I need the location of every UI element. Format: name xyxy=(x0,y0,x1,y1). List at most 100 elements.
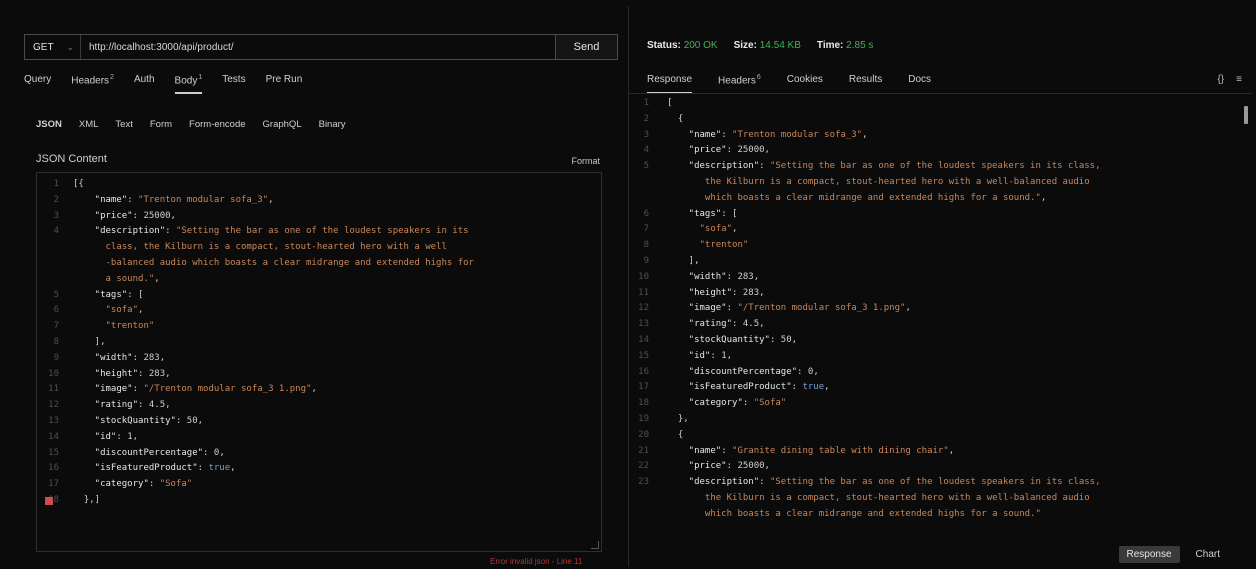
code-line: 6 "tags": [ xyxy=(629,207,1239,223)
code-line: a sound.", xyxy=(37,272,601,288)
request-tab-auth[interactable]: Auth xyxy=(134,74,169,92)
code-token: , xyxy=(165,400,171,411)
braces-icon[interactable]: {} xyxy=(1217,74,1224,85)
response-viewer[interactable]: 1[2 {3 "name": "Trenton modular sofa_3",… xyxy=(629,96,1239,567)
chevron-down-icon: ⌄ xyxy=(66,41,74,52)
code-token: : xyxy=(132,384,144,395)
body-type-text[interactable]: Text xyxy=(115,119,132,130)
response-scrollbar[interactable] xyxy=(1244,106,1248,124)
body-type-binary[interactable]: Binary xyxy=(319,119,346,130)
body-type-graphql[interactable]: GraphQL xyxy=(263,119,302,130)
line-number: 5 xyxy=(53,289,59,300)
code-line: 4 "description": "Setting the bar as one… xyxy=(37,224,601,240)
body-type-json[interactable]: JSON xyxy=(36,119,62,130)
code-token: , xyxy=(138,305,144,316)
resize-handle-icon[interactable] xyxy=(591,541,599,549)
json-content-label: JSON Content xyxy=(36,153,107,165)
code-token: ], xyxy=(73,336,106,347)
line-number: 10 xyxy=(638,271,649,282)
code-token: : [ xyxy=(127,289,144,300)
line-number: 17 xyxy=(48,479,59,490)
line-number: 19 xyxy=(638,413,649,424)
line-number: 8 xyxy=(53,336,59,347)
code-token: : xyxy=(726,145,738,156)
status-info: Status: 200 OK xyxy=(647,40,718,51)
code-line: 22 "price": 25000, xyxy=(629,459,1239,475)
send-button[interactable]: Send xyxy=(555,35,617,59)
json-editor[interactable]: 1[{2 "name": "Trenton modular sofa_3", 3 … xyxy=(36,172,602,552)
code-token: "price" xyxy=(73,210,133,221)
request-tab-headers[interactable]: Headers2 xyxy=(71,74,128,92)
code-line: 17 "category": "Sofa" xyxy=(37,477,601,493)
request-body-code: 1[{2 "name": "Trenton modular sofa_3", 3 … xyxy=(37,177,601,509)
response-tab-docs[interactable]: Docs xyxy=(908,74,945,92)
line-number: 13 xyxy=(48,415,59,426)
line-number: 8 xyxy=(643,240,649,251)
line-number: 20 xyxy=(638,429,649,440)
line-number: 2 xyxy=(53,194,59,205)
format-button[interactable]: Format xyxy=(571,156,600,166)
code-token: the Kilburn is a compact, stout-hearted … xyxy=(667,176,1090,187)
code-token: "name" xyxy=(73,194,128,205)
code-token: "trenton" xyxy=(667,240,749,251)
response-tab-results[interactable]: Results xyxy=(849,74,896,92)
code-token: : xyxy=(742,398,754,409)
code-token: 25000 xyxy=(143,210,171,221)
code-token: "id" xyxy=(667,350,711,361)
code-token: : xyxy=(726,461,738,472)
code-token: : xyxy=(132,210,144,221)
code-line: 14 "id": 1, xyxy=(37,430,601,446)
code-token: "Trenton modular sofa_3" xyxy=(732,129,863,140)
line-number: 13 xyxy=(638,319,649,330)
line-number: 4 xyxy=(643,145,649,156)
method-select[interactable]: GET ⌄ xyxy=(25,35,81,59)
code-token: , xyxy=(905,303,911,314)
code-token: "category" xyxy=(667,398,743,409)
code-token: , xyxy=(165,368,171,379)
body-type-form[interactable]: Form xyxy=(150,119,172,130)
request-tab-tests[interactable]: Tests xyxy=(222,74,259,92)
url-input[interactable] xyxy=(81,35,555,59)
line-number: 1 xyxy=(643,98,649,108)
request-tab-pre-run[interactable]: Pre Run xyxy=(266,74,317,92)
response-status: Status: 200 OK Size: 14.54 KB Time: 2.85… xyxy=(647,40,873,51)
line-number: 22 xyxy=(638,461,649,472)
code-token: "tags" xyxy=(667,208,722,219)
line-number: 15 xyxy=(48,447,59,458)
response-view-button[interactable]: Response xyxy=(1118,546,1180,563)
response-tab-response[interactable]: Response xyxy=(647,74,706,95)
url-bar: GET ⌄ Send xyxy=(24,34,618,60)
code-line: the Kilburn is a compact, stout-hearted … xyxy=(629,491,1239,507)
line-number: 9 xyxy=(643,255,649,266)
request-tab-body[interactable]: Body1 xyxy=(174,74,217,95)
chart-view-button[interactable]: Chart xyxy=(1196,549,1220,560)
code-line: 12 "rating": 4.5, xyxy=(37,398,601,414)
code-token: , xyxy=(791,334,798,345)
code-token: : xyxy=(710,350,722,361)
tab-divider xyxy=(629,93,1252,94)
code-token: the Kilburn is a compact, stout-hearted … xyxy=(667,492,1090,503)
line-number: 5 xyxy=(643,161,649,172)
code-line: 15 "id": 1, xyxy=(629,349,1239,365)
code-line: 8 "trenton" xyxy=(629,238,1239,254)
code-token: "height" xyxy=(73,368,139,379)
code-token: , xyxy=(753,271,760,282)
code-token: , xyxy=(764,145,770,156)
request-tab-query[interactable]: Query xyxy=(24,74,65,92)
menu-icon[interactable]: ≡ xyxy=(1236,74,1242,85)
body-type-xml[interactable]: XML xyxy=(79,119,99,130)
line-number: 3 xyxy=(643,129,649,140)
time-info: Time: 2.85 s xyxy=(816,40,874,51)
code-line: 7 "sofa", xyxy=(629,222,1239,238)
body-type-form-encode[interactable]: Form-encode xyxy=(189,119,246,130)
code-token: { xyxy=(667,429,684,440)
code-token: ], xyxy=(667,255,700,266)
code-token: : xyxy=(732,287,743,298)
code-token: "Setting the bar as one of the loudest s… xyxy=(769,161,1101,172)
response-tab-headers[interactable]: Headers6 xyxy=(718,74,775,92)
code-token: 4.5 xyxy=(742,319,760,330)
code-token: : xyxy=(732,319,743,330)
code-token: , xyxy=(132,431,139,442)
tab-label: Tests xyxy=(222,74,246,85)
response-tab-cookies[interactable]: Cookies xyxy=(787,74,837,92)
